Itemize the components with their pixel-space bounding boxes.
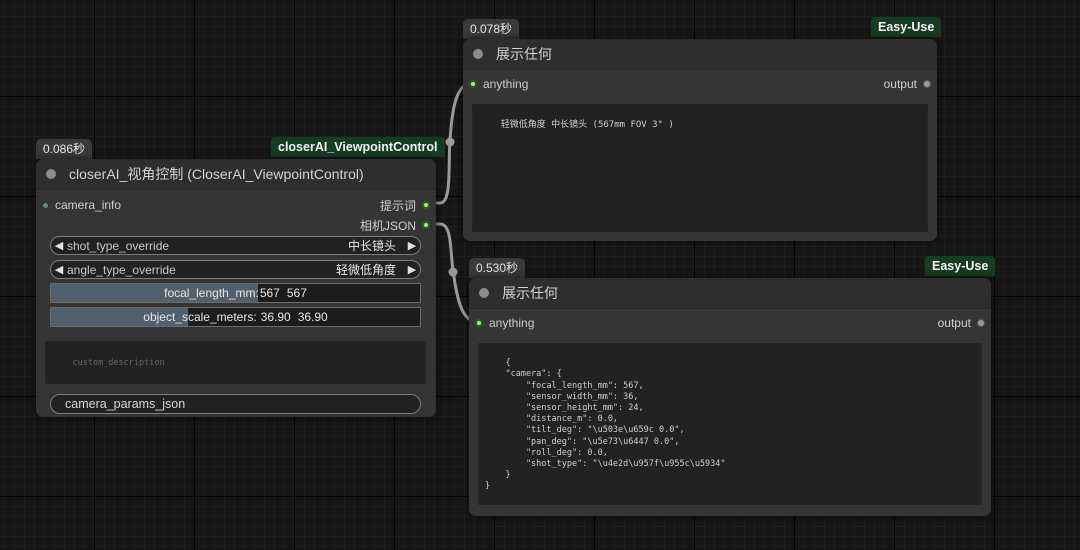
slider-value-display: 36.90 bbox=[297, 310, 328, 324]
node-title: 展示任何 bbox=[496, 46, 552, 62]
combo-value: 中长镜头 bbox=[347, 239, 396, 253]
input-dot-icon[interactable] bbox=[475, 319, 483, 327]
combo-value: 轻微低角度 bbox=[335, 263, 396, 277]
node-type-tag: closerAI_ViewpointControl bbox=[271, 137, 445, 157]
node-title: 展示任何 bbox=[502, 285, 558, 301]
combo-left-arrow-icon[interactable]: ◀ bbox=[51, 263, 67, 276]
angle-type-combo[interactable]: ◀ angle_type_override 轻微低角度 ▶ bbox=[50, 260, 421, 279]
node-title-bar[interactable]: 展示任何 bbox=[463, 39, 937, 70]
collapse-dot-icon[interactable] bbox=[479, 288, 489, 298]
display-textarea[interactable]: 轻微低角度 中长镜头 (567mm FOV 3° ) bbox=[472, 104, 928, 232]
custom-description-textarea[interactable]: custom_description bbox=[45, 341, 426, 384]
output-dot-icon[interactable] bbox=[422, 201, 430, 209]
node-title: closerAI_视角控制 (CloserAI_ViewpointControl… bbox=[69, 166, 364, 182]
output-label: output bbox=[883, 77, 917, 91]
slider-text: object_scale_meters: 36.90 36.90 bbox=[51, 308, 420, 326]
combo-left-arrow-icon[interactable]: ◀ bbox=[51, 239, 67, 252]
show-anything-node-2[interactable]: 展示任何 anything output { "camera": { "foca… bbox=[469, 278, 991, 516]
collapse-dot-icon[interactable] bbox=[473, 49, 483, 59]
focal-length-slider[interactable]: focal_length_mm: 567 567 bbox=[50, 283, 421, 303]
slider-text: focal_length_mm: 567 567 bbox=[51, 284, 420, 302]
output-label-camera-json: 相机JSON bbox=[359, 218, 416, 233]
show-anything-node-1[interactable]: 展示任何 anything output 轻微低角度 中长镜头 (567mm F… bbox=[463, 39, 937, 241]
input-dot-icon[interactable] bbox=[42, 201, 49, 209]
node-title-bar[interactable]: 展示任何 bbox=[469, 278, 991, 309]
node-type-tag: Easy-Use bbox=[925, 256, 996, 276]
camera-params-json-button[interactable]: camera_params_json bbox=[50, 394, 421, 414]
output-slot-camera-json[interactable]: 相机JSON bbox=[360, 216, 436, 234]
combo-label: shot_type_override bbox=[67, 238, 170, 253]
output-label: output bbox=[937, 316, 971, 330]
slider-label: focal_length_mm: bbox=[164, 286, 259, 300]
output-dot-icon[interactable] bbox=[422, 221, 430, 229]
shot-type-combo[interactable]: ◀ shot_type_override 中长镜头 ▶ bbox=[50, 236, 421, 255]
exec-time-badge: 0.530秒 bbox=[469, 258, 526, 278]
input-slot-camera-info[interactable]: camera_info bbox=[36, 196, 121, 214]
input-label: anything bbox=[483, 77, 529, 91]
output-dot-icon[interactable] bbox=[923, 80, 931, 88]
exec-time-badge: 0.086秒 bbox=[36, 139, 93, 159]
node-title-bar[interactable]: closerAI_视角控制 (CloserAI_ViewpointControl… bbox=[36, 159, 436, 190]
combo-label: angle_type_override bbox=[67, 262, 176, 277]
slot-row: anything output bbox=[463, 75, 937, 93]
node-type-tag: Easy-Use bbox=[871, 17, 942, 37]
button-label: camera_params_json bbox=[65, 397, 186, 411]
output-slot-prompt[interactable]: 提示词 bbox=[380, 196, 436, 214]
slot-row: anything output bbox=[469, 314, 991, 332]
output-slot[interactable]: output bbox=[884, 75, 937, 93]
display-text: 轻微低角度 中长镜头 (567mm FOV 3° ) bbox=[500, 120, 674, 131]
output-dot-icon[interactable] bbox=[977, 319, 985, 327]
exec-time-badge: 0.078秒 bbox=[463, 19, 520, 39]
output-slot[interactable]: output bbox=[938, 314, 991, 332]
input-label: camera_info bbox=[55, 198, 122, 212]
input-dot-icon[interactable] bbox=[469, 80, 477, 88]
object-scale-slider[interactable]: object_scale_meters: 36.90 36.90 bbox=[50, 307, 421, 327]
input-label: anything bbox=[489, 316, 535, 330]
slider-label: object_scale_meters: bbox=[143, 310, 257, 324]
combo-right-arrow-icon[interactable]: ▶ bbox=[404, 239, 420, 252]
input-slot-anything[interactable]: anything bbox=[469, 314, 534, 332]
display-textarea[interactable]: { "camera": { "focal_length_mm": 567, "s… bbox=[478, 343, 982, 505]
viewpoint-control-node[interactable]: closerAI_视角控制 (CloserAI_ViewpointControl… bbox=[36, 159, 436, 417]
collapse-dot-icon[interactable] bbox=[46, 169, 56, 179]
textarea-placeholder: custom_description bbox=[72, 358, 165, 369]
output-label-prompt: 提示词 bbox=[379, 198, 416, 213]
display-text: { "camera": { "focal_length_mm": 567, "s… bbox=[485, 358, 726, 492]
slider-value: 567 bbox=[259, 286, 280, 300]
slider-value-display: 567 bbox=[286, 286, 307, 300]
combo-right-arrow-icon[interactable]: ▶ bbox=[404, 263, 420, 276]
slot-row-2: 相机JSON bbox=[36, 216, 436, 234]
input-slot-anything[interactable]: anything bbox=[463, 75, 528, 93]
slot-row-1: camera_info 提示词 bbox=[36, 196, 436, 214]
slider-value: 36.90 bbox=[260, 310, 291, 324]
